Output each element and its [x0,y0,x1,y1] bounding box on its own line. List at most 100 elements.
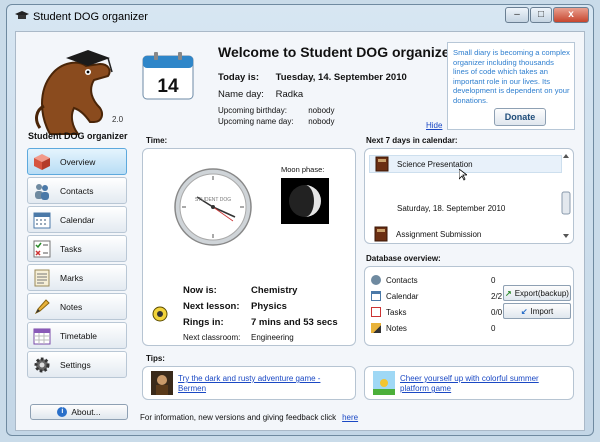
close-button[interactable]: x [553,7,589,23]
clock-icon [174,168,252,246]
donate-box: Small diary is becoming a complex organi… [447,42,575,130]
rings-value: 7 mins and 53 secs [251,317,338,328]
sidebar-item-label: Overview [60,156,96,167]
sidebar-item-label: Notes [60,301,83,312]
donate-text: Small diary is becoming a complex organi… [453,48,570,105]
hide-link[interactable]: Hide [426,121,442,130]
cube-icon [31,152,53,172]
main-content: 2.0 Student DOG organizer Overview Conta… [15,31,585,431]
maximize-button[interactable]: □ [530,7,552,23]
contacts-icon [31,181,53,201]
db-row-calendar: Calendar 2/2 [371,291,503,301]
nameday-value: Radka [275,89,304,100]
sidebar-item-label: Calendar [60,214,95,225]
tip-panel-2: Cheer yourself up with colorful summer p… [364,366,574,400]
graduation-cap-icon [15,11,29,19]
donate-button[interactable]: Donate [494,108,546,126]
db-row-notes: Notes 0 [371,323,501,333]
database-panel: Contacts 0 Calendar 2/2 Tasks 0/0 Notes … [364,266,574,346]
minimize-button[interactable]: – [505,7,529,23]
cursor-icon [459,169,467,181]
export-button[interactable]: ↗ Export(backup) [503,285,571,301]
birthday-label: Upcoming birthday: [218,106,287,115]
sidebar-title: Student DOG organizer [28,131,128,141]
dog-logo-icon [35,50,113,135]
info-icon: i [57,407,68,417]
book-icon [374,226,388,242]
sidebar-item-settings[interactable]: Settings [27,351,127,378]
db-row-label: Contacts [386,275,418,285]
tasks-icon [31,239,53,259]
db-row-contacts: Contacts 0 [371,275,501,285]
nameday-row: Name day: Radka [218,89,303,100]
footer-here-link[interactable]: here [342,413,358,422]
sidebar-item-marks[interactable]: Marks [27,264,127,291]
calendar-icon [31,210,53,230]
import-button[interactable]: ↙ Import [503,303,571,319]
tips-section-label: Tips: [146,354,165,363]
footer: For information, new versions and giving… [140,413,358,422]
window-title: Student DOG organizer [33,11,148,23]
database-section-label: Database overview: [366,254,441,263]
contacts-icon [371,275,381,285]
tasks-icon [371,307,381,317]
footer-text: For information, new versions and giving… [140,413,337,422]
tip-link-bermen[interactable]: Try the dark and rusty adventure game - … [178,374,348,394]
calendar-event[interactable]: Assignment Submission [369,225,562,243]
moon-icon [289,185,321,217]
timetable-icon [31,326,53,346]
export-label: Export(backup) [514,288,569,298]
sidebar-item-tasks[interactable]: Tasks [27,235,127,262]
db-row-label: Notes [386,323,407,333]
about-button[interactable]: i About... [30,404,128,420]
sidebar-item-calendar[interactable]: Calendar [27,206,127,233]
import-label: Import [530,306,554,316]
pencil-icon [31,297,53,317]
db-row-value: 2/2 [491,291,503,301]
db-row-label: Calendar [386,291,419,301]
time-section-label: Time: [146,136,168,145]
sidebar-item-timetable[interactable]: Timetable [27,322,127,349]
db-row-value: 0 [491,275,496,285]
about-label: About... [71,407,101,417]
now-value: Chemistry [251,285,298,296]
sidebar-item-overview[interactable]: Overview [27,148,127,175]
nameday-label: Name day: [218,89,264,100]
sidebar-item-label: Contacts [60,185,94,196]
classroom-value: Engineering [251,333,294,342]
upnameday-value: nobody [308,117,335,126]
moon-phase-image [281,178,329,224]
app-window: Student DOG organizer – □ x 2.0 Student … [6,4,594,436]
bermen-game-icon [151,371,173,395]
pencil-icon [371,323,381,333]
next7-panel: Science Presentation Saturday, 18. Septe… [364,148,574,244]
next7-section-label: Next 7 days in calendar: [366,136,458,145]
next-lesson-value: Physics [251,301,287,312]
db-row-tasks: Tasks 0/0 [371,307,503,317]
sidebar-item-label: Tasks [60,243,82,254]
event-date-header: Saturday, 18. September 2010 [397,204,506,213]
upcoming-nameday-row: Upcoming name day: nobody [218,117,334,126]
today-value: Tuesday, 14. September 2010 [275,72,407,83]
today-row: Today is: Tuesday, 14. September 2010 [218,72,407,83]
next-lesson-label: Next lesson: [183,301,240,312]
book-icon [375,156,389,172]
now-label: Now is: [183,285,217,296]
db-row-value: 0/0 [491,307,503,317]
title-bar[interactable]: Student DOG organizer – □ x [7,5,593,29]
upnameday-label: Upcoming name day: [218,117,294,126]
sidebar-item-notes[interactable]: Notes [27,293,127,320]
db-row-label: Tasks [386,307,407,317]
welcome-heading: Welcome to Student DOG organizer! [218,44,460,60]
sidebar-item-label: Settings [60,359,91,370]
sidebar-item-contacts[interactable]: Contacts [27,177,127,204]
tip-link-platform[interactable]: Cheer yourself up with colorful summer p… [400,374,565,394]
db-row-value: 0 [491,323,496,333]
bell-icon [152,306,168,322]
gear-icon [31,355,53,375]
export-icon: ↗ [505,288,512,298]
tip-panel-1: Try the dark and rusty adventure game - … [142,366,356,400]
marks-icon [31,268,53,288]
calendar-day-number: 14 [157,76,179,97]
vertical-scrollbar[interactable] [561,152,571,240]
